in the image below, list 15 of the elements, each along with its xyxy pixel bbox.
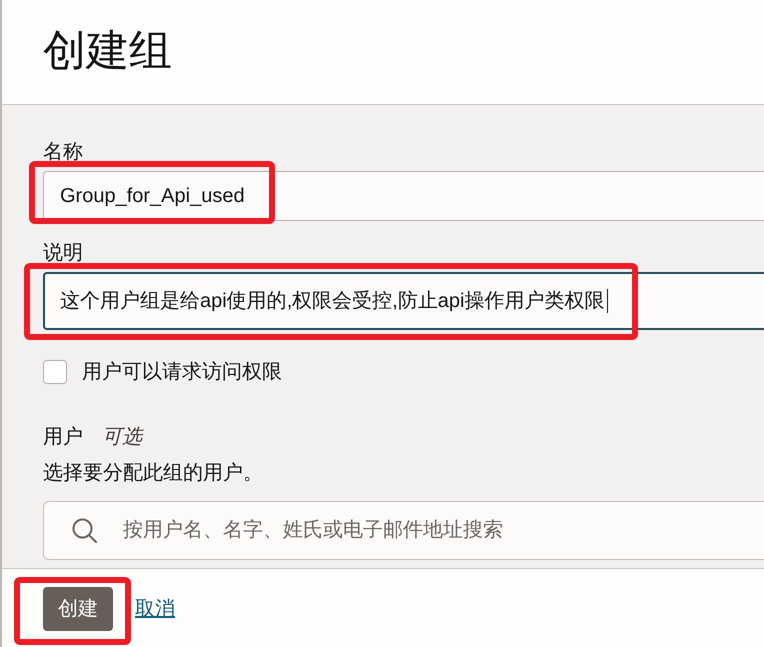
- field-label: 用户: [43, 425, 83, 449]
- field-label: 说明: [43, 241, 83, 265]
- field-label: 名称: [43, 140, 83, 164]
- help-text: 选择要分配此组的用户。: [43, 461, 263, 485]
- search-field[interactable]: 按用户名、名字、姓氏或电子邮件地址搜索: [43, 501, 764, 560]
- description-field[interactable]: 这个用户组是给api使用的,权限会受控,防止api操作用户类权限: [43, 272, 764, 330]
- checkbox-label: 用户可以请求访问权限: [82, 360, 282, 384]
- name-field[interactable]: Group_for_Api_used: [43, 171, 764, 221]
- cancel-link[interactable]: 取消: [135, 587, 175, 631]
- search-icon: [72, 518, 97, 543]
- text-cursor-icon: [606, 289, 608, 313]
- page-title: 创建组: [43, 28, 172, 76]
- create-button[interactable]: 创建: [43, 587, 113, 631]
- optional-note: 可选: [102, 425, 142, 449]
- checkbox[interactable]: [43, 360, 67, 384]
